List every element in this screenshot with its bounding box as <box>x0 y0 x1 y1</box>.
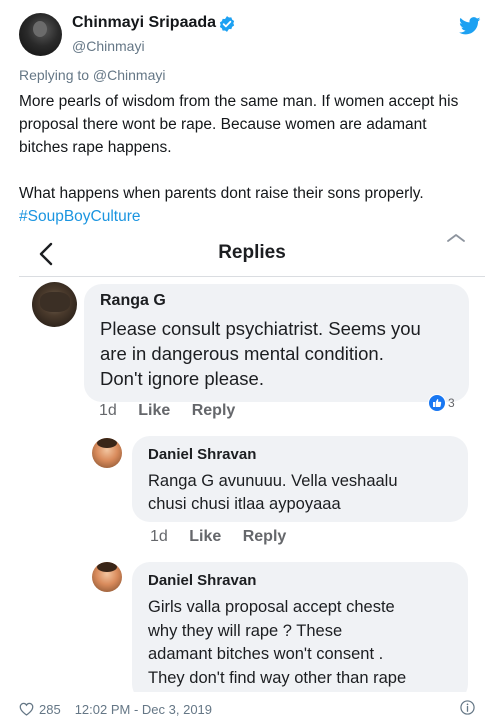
author-handle[interactable]: @Chinmayi <box>72 38 145 54</box>
heart-icon[interactable] <box>19 702 34 716</box>
comment-text-line: Girls valla proposal accept cheste <box>148 598 395 616</box>
comment-text-line: chusi chusi itlaa aypoyaaa <box>148 495 341 513</box>
tweet-card: Chinmayi Sripaada @Chinmayi Replying to … <box>0 0 501 720</box>
comment-bubble: Daniel Shravan Girls valla proposal acce… <box>132 562 468 692</box>
comment-time: 1d <box>99 402 117 419</box>
info-icon[interactable] <box>460 700 475 715</box>
comment-author: Daniel Shravan <box>148 446 257 463</box>
embedded-screenshot[interactable]: Replies Ranga G Please consult psychiatr… <box>19 232 485 692</box>
thumbs-up-icon <box>428 394 446 412</box>
commenter-avatar <box>92 438 122 468</box>
comment-bubble: Daniel Shravan Ranga G avunuuu. Vella ve… <box>132 436 468 522</box>
comment-meta: 1d Like Reply <box>150 528 303 546</box>
verified-badge-icon <box>219 16 235 32</box>
like-link[interactable]: Like <box>138 402 170 419</box>
chevron-up-icon <box>447 234 465 242</box>
comment-text-line: adamant bitches won't consent . <box>148 645 384 663</box>
comment-text: Ranga G avunuuu. Vella veshaalu chusi ch… <box>148 470 458 516</box>
reaction-summary: 3 <box>428 394 455 412</box>
author-avatar[interactable] <box>19 13 62 56</box>
replying-to-label[interactable]: Replying to @Chinmayi <box>19 67 166 83</box>
tweet-text-line: More pearls of wisdom from the same man.… <box>19 93 459 110</box>
tweet-timestamp[interactable]: 12:02 PM - Dec 3, 2019 <box>75 702 212 717</box>
twitter-bird-icon[interactable] <box>459 17 481 35</box>
comment-author: Daniel Shravan <box>148 572 257 589</box>
comment-author: Ranga G <box>100 292 166 309</box>
comment-text: Girls valla proposal accept cheste why t… <box>148 596 463 690</box>
comment-meta: 1d Like Reply <box>99 402 252 420</box>
comment-text-line: Ranga G avunuuu. Vella veshaalu <box>148 472 398 490</box>
reply-link[interactable]: Reply <box>243 528 287 545</box>
comment-text-line: are in dangerous mental condition. <box>100 343 384 364</box>
tweet-text-line: proposal there wont be rape. Because wom… <box>19 116 427 133</box>
comment-bubble: Ranga G Please consult psychiatrist. See… <box>84 284 469 402</box>
comment-text-line: Don't ignore please. <box>100 368 264 389</box>
comment-text-line: why they will rape ? These <box>148 621 343 640</box>
header-divider <box>19 276 485 277</box>
comment-text-line: Please consult psychiatrist. Seems you <box>100 318 421 339</box>
author-display-name[interactable]: Chinmayi Sripaada <box>72 14 216 32</box>
commenter-avatar <box>92 562 122 592</box>
reaction-count: 3 <box>448 396 455 410</box>
reply-link[interactable]: Reply <box>192 402 236 419</box>
replies-title: Replies <box>218 242 286 263</box>
comment-time: 1d <box>150 528 168 545</box>
tweet-text-line: What happens when parents dont raise the… <box>19 185 424 202</box>
like-link[interactable]: Like <box>189 528 221 545</box>
tweet-footer: 285 12:02 PM - Dec 3, 2019 <box>19 700 489 718</box>
commenter-avatar <box>32 282 77 327</box>
comment-text: Please consult psychiatrist. Seems you a… <box>100 316 460 391</box>
comment-text-line: They don't find way other than rape <box>148 668 407 687</box>
tweet-text-line: bitches rape happens. <box>19 139 172 156</box>
like-count: 285 <box>39 701 61 717</box>
tweet-body: More pearls of wisdom from the same man.… <box>19 90 489 228</box>
hashtag-link[interactable]: #SoupBoyCulture <box>19 205 489 228</box>
